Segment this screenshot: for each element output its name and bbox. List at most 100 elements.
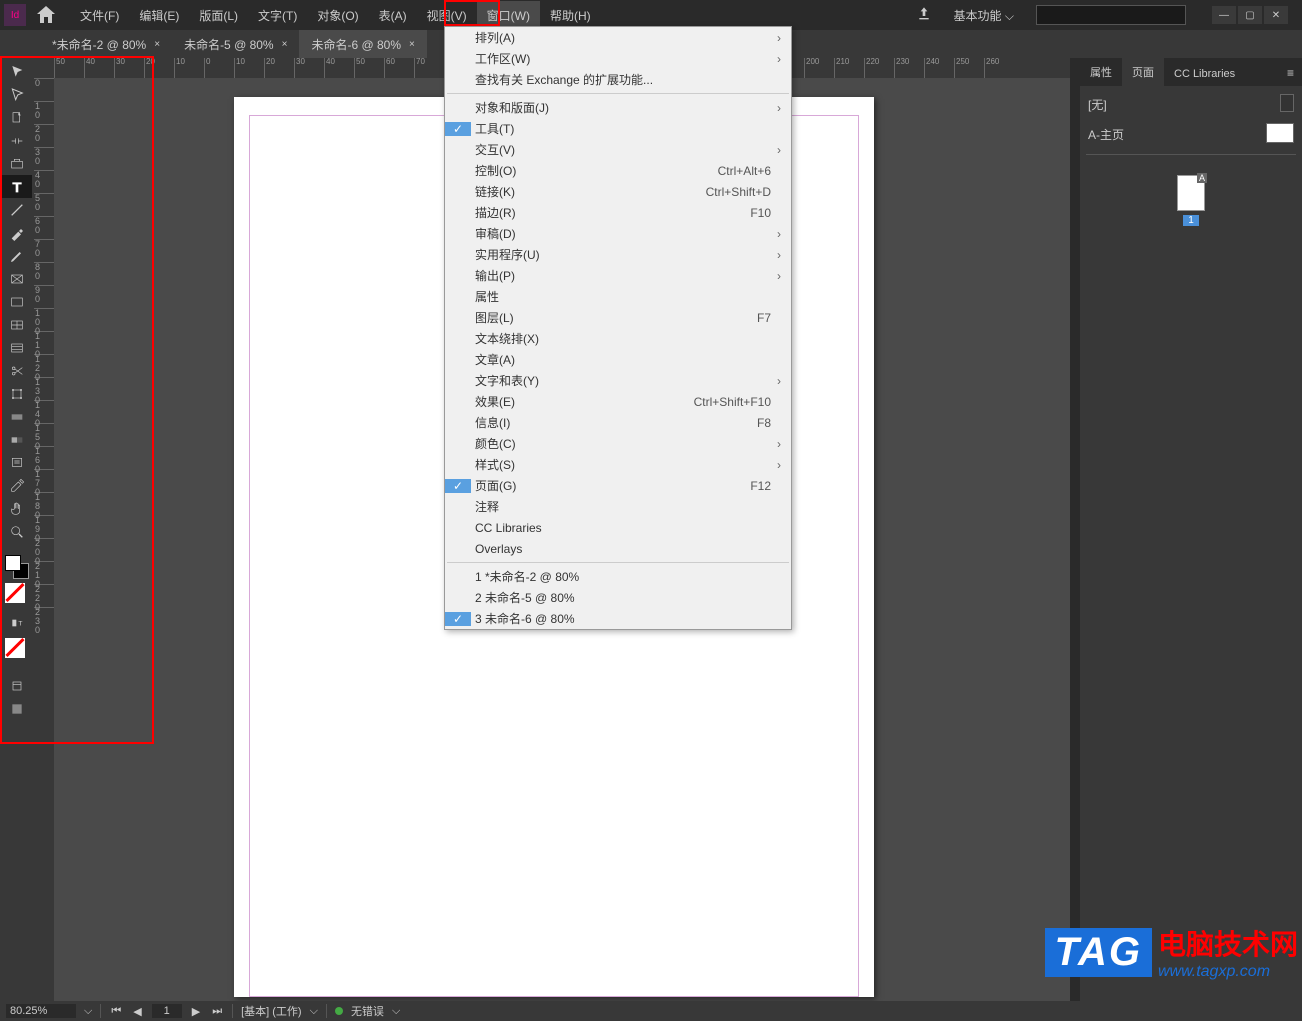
watermark: TAG 电脑技术网 www.tagxp.com [1045, 923, 1298, 981]
home-icon[interactable] [34, 3, 58, 27]
preflight-label[interactable]: 无错误 [351, 1003, 384, 1019]
menu-item[interactable]: 链接(K)Ctrl+Shift+D [445, 181, 791, 202]
layout-label: [基本] (工作) [241, 1003, 302, 1019]
menu-item[interactable]: 文章(A) [445, 349, 791, 370]
menu-item[interactable]: 注释 [445, 496, 791, 517]
vertical-ruler[interactable]: 0102030405060708090100110120130140150160… [34, 78, 54, 1001]
window-menu-dropdown: 排列(A)›工作区(W)›查找有关 Exchange 的扩展功能... 对象和版面… [444, 26, 792, 630]
tab-close-icon[interactable]: × [154, 39, 160, 50]
menu-item[interactable]: 查找有关 Exchange 的扩展功能... [445, 69, 791, 90]
panel-menu-icon[interactable]: ≡ [1279, 60, 1302, 86]
maximize-button[interactable]: ▢ [1238, 6, 1262, 24]
note-tool-icon[interactable] [2, 451, 32, 474]
page-next-icon[interactable]: ▶ [190, 1005, 202, 1018]
menu-item[interactable]: 审稿(D)› [445, 223, 791, 244]
master-a-row[interactable]: A-主页 [1086, 119, 1296, 150]
menu-item[interactable]: 交互(V)› [445, 139, 791, 160]
search-input[interactable] [1036, 5, 1186, 25]
menu-item[interactable]: 图层(L)F7 [445, 307, 791, 328]
page-thumbnail[interactable]: A 1 [1086, 175, 1296, 226]
rectangle-frame-icon[interactable] [2, 267, 32, 290]
doc-tab-2[interactable]: 未命名-6 @ 80%× [299, 30, 426, 59]
tab-close-icon[interactable]: × [409, 39, 415, 50]
menu-item[interactable]: 排列(A)› [445, 27, 791, 48]
eyedropper-tool-icon[interactable] [2, 474, 32, 497]
content-collector-icon[interactable] [2, 152, 32, 175]
panel-collapse-strip[interactable] [1070, 58, 1080, 1001]
default-fill-stroke-icon[interactable] [5, 583, 29, 607]
menu-item[interactable]: 工作区(W)› [445, 48, 791, 69]
tab-close-icon[interactable]: × [282, 39, 288, 50]
menu-item[interactable]: ✓页面(G)F12 [445, 475, 791, 496]
menu-item[interactable]: 颜色(C)› [445, 433, 791, 454]
doc-tab-0[interactable]: *未命名-2 @ 80%× [40, 30, 172, 59]
view-mode-normal-icon[interactable] [2, 674, 32, 697]
menu-item[interactable]: 1 *未命名-2 @ 80% [445, 566, 791, 587]
line-tool-icon[interactable] [2, 198, 32, 221]
app-icon: Id [4, 4, 26, 26]
menu-item[interactable]: 输出(P)› [445, 265, 791, 286]
scissors-tool-icon[interactable] [2, 359, 32, 382]
menu-item[interactable]: CC Libraries [445, 517, 791, 538]
menu-item[interactable]: 2 未命名-5 @ 80% [445, 587, 791, 608]
page-input[interactable]: 1 [152, 1004, 182, 1018]
direct-selection-tool-icon[interactable] [2, 83, 32, 106]
apply-none-icon[interactable] [5, 638, 29, 662]
panel-tab-1[interactable]: 页面 [1122, 58, 1164, 86]
menu-item[interactable]: 描边(R)F10 [445, 202, 791, 223]
menu-1[interactable]: 编辑(E) [129, 1, 189, 30]
view-mode-preview-icon[interactable] [2, 697, 32, 720]
apply-container-icon[interactable]: T [2, 611, 32, 634]
fill-stroke-swatch[interactable] [5, 555, 29, 579]
menu-item[interactable]: 文字和表(Y)› [445, 370, 791, 391]
menu-2[interactable]: 版面(L) [189, 1, 248, 30]
svg-text:T: T [18, 620, 22, 627]
menu-item[interactable]: 效果(E)Ctrl+Shift+F10 [445, 391, 791, 412]
menu-5[interactable]: 表(A) [369, 1, 417, 30]
panel-tab-2[interactable]: CC Libraries [1164, 62, 1245, 86]
pencil-tool-icon[interactable] [2, 244, 32, 267]
menu-4[interactable]: 对象(O) [307, 1, 368, 30]
menu-item[interactable]: ✓3 未命名-6 @ 80% [445, 608, 791, 629]
panel-tab-0[interactable]: 属性 [1080, 58, 1122, 86]
grid-tool-icon[interactable] [2, 313, 32, 336]
menu-item[interactable]: 属性 [445, 286, 791, 307]
free-transform-icon[interactable] [2, 382, 32, 405]
master-a-label: A-主页 [1088, 126, 1124, 143]
selection-tool-icon[interactable] [2, 60, 32, 83]
workspace-dropdown[interactable]: 基本功能 ⌵ [946, 3, 1022, 28]
ruler-origin[interactable] [34, 58, 54, 78]
panel-tab-bar: 属性页面CC Libraries ≡ [1080, 58, 1302, 86]
zoom-input[interactable]: 80.25% [6, 1004, 76, 1018]
page-prev-icon[interactable]: ◀ [131, 1005, 143, 1018]
menu-item[interactable]: 控制(O)Ctrl+Alt+6 [445, 160, 791, 181]
menu-item[interactable]: 信息(I)F8 [445, 412, 791, 433]
rectangle-tool-icon[interactable] [2, 290, 32, 313]
menu-item[interactable]: 实用程序(U)› [445, 244, 791, 265]
menu-0[interactable]: 文件(F) [70, 1, 129, 30]
gap-tool-icon[interactable] [2, 129, 32, 152]
zoom-tool-icon[interactable] [2, 520, 32, 543]
gradient-feather-icon[interactable] [2, 428, 32, 451]
page-first-icon[interactable]: ⏮ [109, 1005, 123, 1018]
page-tool-icon[interactable] [2, 106, 32, 129]
menu-3[interactable]: 文字(T) [248, 1, 307, 30]
watermark-tag: TAG [1045, 928, 1152, 977]
horizontal-grid-tool-icon[interactable] [2, 336, 32, 359]
minimize-button[interactable]: — [1212, 6, 1236, 24]
menu-item[interactable]: ✓工具(T) [445, 118, 791, 139]
menu-item[interactable]: 样式(S)› [445, 454, 791, 475]
pen-tool-icon[interactable] [2, 221, 32, 244]
master-none-row[interactable]: [无] [1086, 90, 1296, 119]
hand-tool-icon[interactable] [2, 497, 32, 520]
menu-item[interactable]: 文本绕排(X) [445, 328, 791, 349]
doc-tab-1[interactable]: 未命名-5 @ 80%× [172, 30, 299, 59]
type-tool-icon[interactable] [2, 175, 32, 198]
menu-item[interactable]: 对象和版面(J)› [445, 97, 791, 118]
share-icon[interactable] [916, 6, 932, 25]
menu-item[interactable]: Overlays [445, 538, 791, 559]
page-last-icon[interactable]: ⏭ [210, 1005, 224, 1018]
close-button[interactable]: ✕ [1264, 6, 1288, 24]
gradient-swatch-icon[interactable] [2, 405, 32, 428]
page-master-label: A [1197, 173, 1207, 183]
